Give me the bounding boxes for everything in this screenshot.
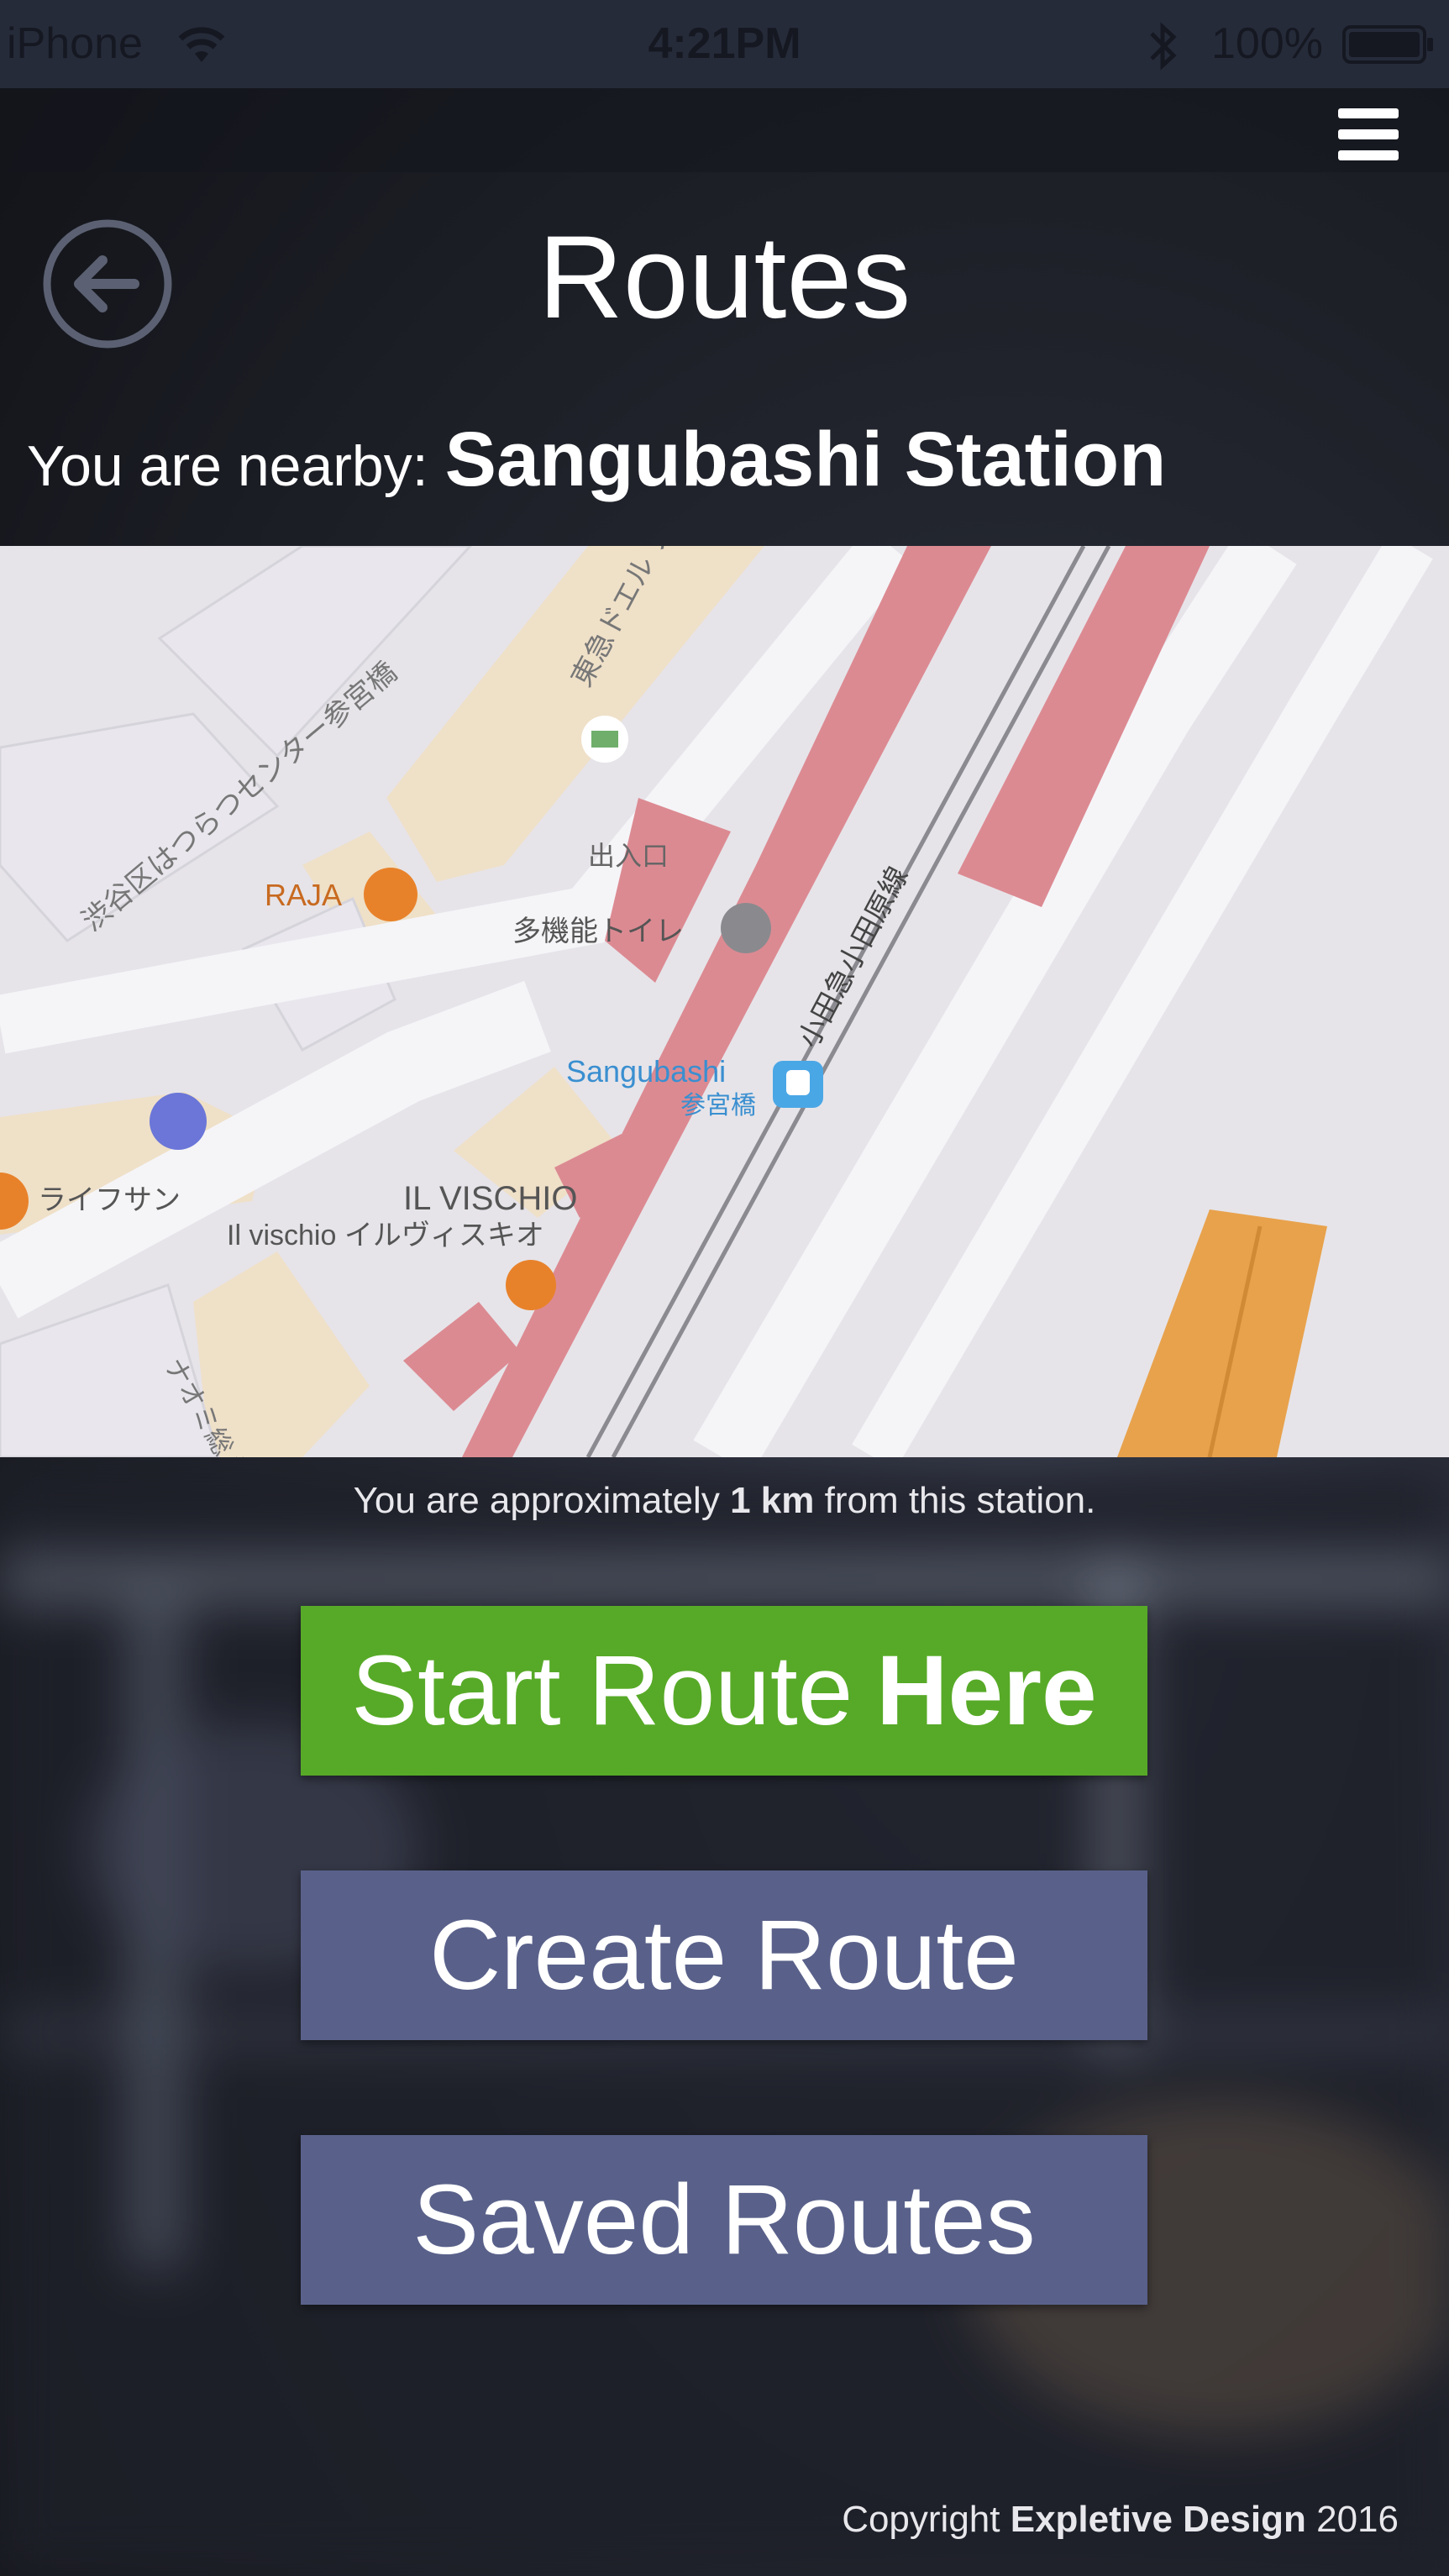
top-navigation-bar	[0, 88, 1449, 172]
nearby-label: You are nearby:	[27, 434, 428, 498]
battery-icon	[1342, 25, 1433, 64]
map-label-raja: RAJA	[265, 878, 342, 912]
start-route-here-button[interactable]: Start Route Here	[301, 1606, 1147, 1776]
distance-value: 1 km	[730, 1480, 815, 1521]
status-bar: iPhone 4:21PM 100%	[0, 0, 1449, 88]
bluetooth-icon	[1150, 22, 1177, 71]
distance-prefix: You are approximately	[353, 1480, 720, 1521]
hamburger-menu-icon[interactable]	[1338, 105, 1399, 164]
map-label-vischio-sub: Il vischio イルヴィスキオ	[227, 1220, 544, 1251]
saved-routes-button[interactable]: Saved Routes	[301, 2135, 1147, 2305]
distance-suffix: from this station.	[824, 1480, 1096, 1521]
nearby-station-line: You are nearby: Sangubashi Station	[27, 416, 1166, 504]
map-label-station-en: Sangubashi	[566, 1054, 726, 1089]
copyright-company: Expletive Design	[1010, 2499, 1306, 2540]
page-title: Routes	[538, 211, 911, 343]
map-label-station-jp: 参宮橋	[680, 1092, 756, 1120]
create-route-button[interactable]: Create Route	[301, 1870, 1147, 2040]
copyright-year: 2016	[1316, 2499, 1399, 2540]
map-label-toilet: 多機能トイレ	[512, 916, 684, 947]
station-map[interactable]: 出入口 RAJA 多機能トイレ Sangubashi 参宮橋 IL VISCHI…	[0, 546, 1449, 1457]
map-label-vischio: IL VISCHIO	[403, 1180, 577, 1217]
start-route-bold-label: Here	[876, 1635, 1097, 1746]
map-label-entrance: 出入口	[588, 841, 669, 871]
copyright-footer: Copyright Expletive Design 2016	[842, 2499, 1399, 2541]
nearby-station-name: Sangubashi Station	[444, 417, 1167, 502]
start-route-label: Start Route	[351, 1635, 853, 1746]
map-label-lifesun: ライフサン	[38, 1184, 181, 1216]
app-screen: iPhone 4:21PM 100% Routes You are nearby…	[0, 0, 1449, 2576]
distance-text: You are approximately 1 km from this sta…	[0, 1480, 1449, 1522]
battery-percentage: 100%	[1211, 19, 1323, 68]
copyright-prefix: Copyright	[842, 2499, 1000, 2540]
